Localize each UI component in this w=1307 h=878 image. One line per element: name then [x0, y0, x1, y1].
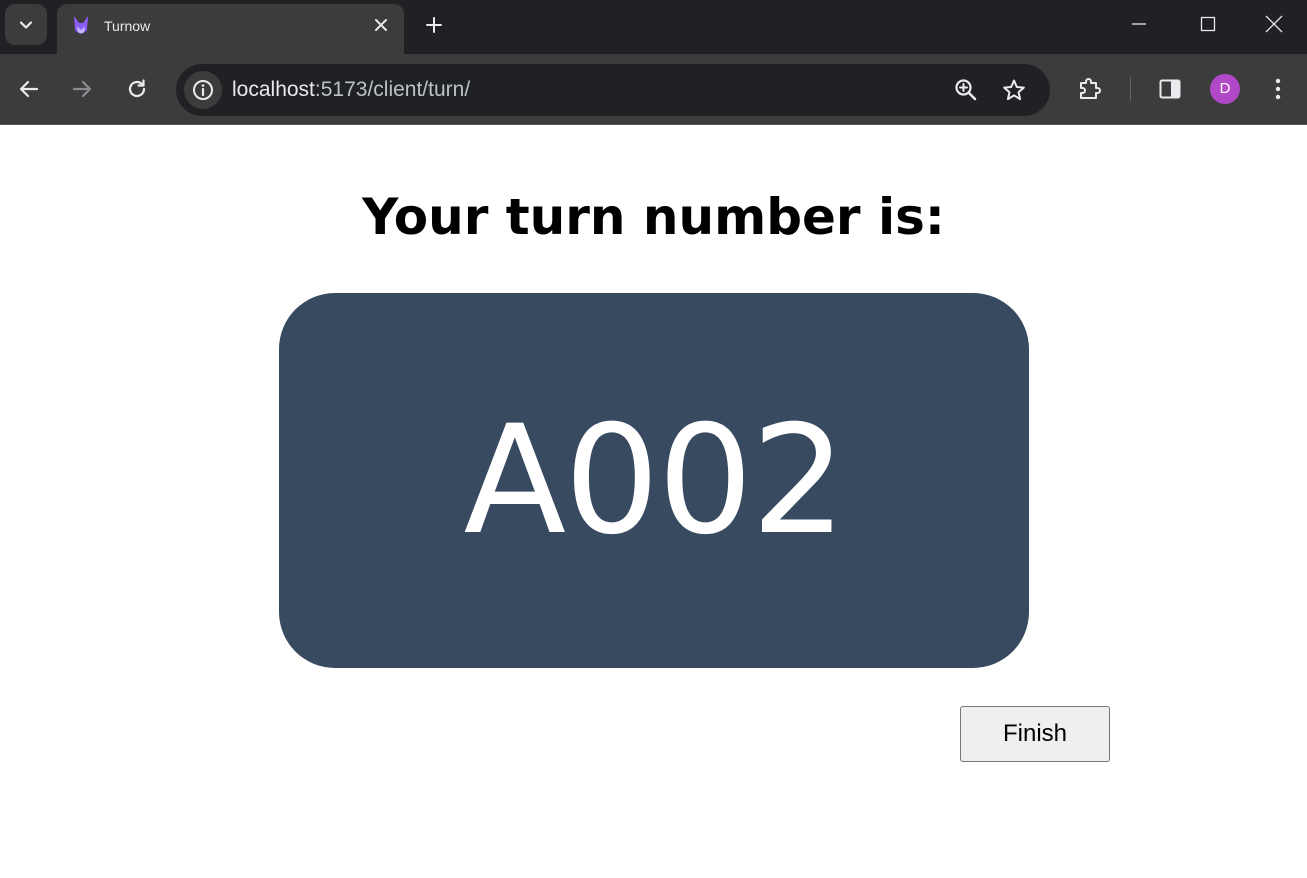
- tab-search-button[interactable]: [5, 4, 47, 45]
- url-path: :5173/client/turn/: [314, 78, 471, 101]
- site-info-button[interactable]: [184, 71, 222, 109]
- turn-number-card: A002: [279, 293, 1029, 668]
- side-panel-button[interactable]: [1153, 72, 1187, 106]
- page-content: Your turn number is: A002 Finish: [0, 125, 1307, 878]
- reload-icon: [128, 79, 146, 98]
- window-close-button[interactable]: [1241, 0, 1307, 48]
- arrow-right-icon: [72, 80, 92, 98]
- chevron-down-icon: [19, 20, 33, 29]
- close-icon: [375, 19, 387, 31]
- close-icon: [1265, 15, 1283, 33]
- tab-strip: Turnow: [0, 0, 1307, 54]
- arrow-left-icon: [19, 80, 39, 98]
- minimize-icon: [1132, 23, 1146, 25]
- new-tab-button[interactable]: [420, 11, 448, 39]
- more-vertical-icon: [1275, 78, 1281, 100]
- browser-toolbar: localhost:5173/client/turn/: [0, 54, 1307, 124]
- star-icon: [1003, 79, 1025, 101]
- browser-tab[interactable]: Turnow: [57, 4, 404, 54]
- url-host: localhost: [232, 78, 315, 101]
- plus-icon: [426, 17, 442, 33]
- puzzle-icon: [1080, 78, 1101, 99]
- minimize-button[interactable]: [1106, 0, 1172, 48]
- toolbar-separator: [1130, 77, 1131, 101]
- forward-button[interactable]: [65, 72, 99, 106]
- tab-title: Turnow: [104, 18, 151, 34]
- bookmark-button[interactable]: [1000, 76, 1028, 104]
- address-bar[interactable]: localhost:5173/client/turn/: [176, 64, 1050, 116]
- menu-button[interactable]: [1261, 72, 1295, 106]
- reload-button[interactable]: [120, 72, 154, 106]
- profile-avatar[interactable]: D: [1210, 74, 1240, 104]
- turnow-logo-icon: [74, 16, 88, 34]
- turn-number: A002: [463, 393, 847, 568]
- zoom-in-icon: [955, 79, 977, 101]
- back-button[interactable]: [12, 72, 46, 106]
- side-panel-icon: [1159, 79, 1181, 99]
- maximize-icon: [1200, 16, 1216, 32]
- zoom-button[interactable]: [952, 76, 980, 104]
- finish-button[interactable]: Finish: [960, 706, 1110, 762]
- extensions-button[interactable]: [1073, 72, 1107, 106]
- tab-close-button[interactable]: [372, 16, 390, 34]
- url-text[interactable]: localhost:5173/client/turn/: [232, 78, 470, 102]
- info-icon: [193, 80, 213, 100]
- maximize-button[interactable]: [1175, 0, 1241, 48]
- page-title: Your turn number is:: [362, 188, 945, 246]
